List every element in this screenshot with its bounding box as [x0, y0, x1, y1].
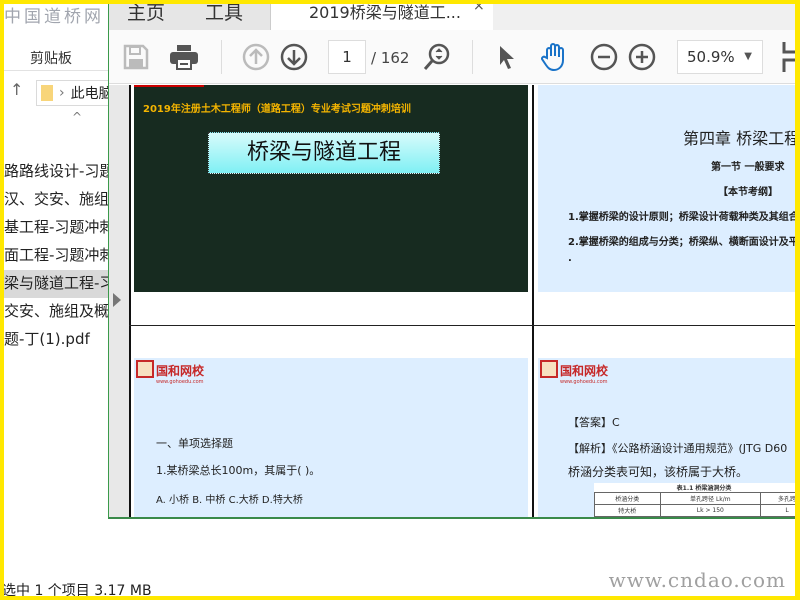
table-cell: Lk > 150 [659, 504, 762, 517]
analysis-text: 【解析】《公路桥涵设计通用规范》(JTG D60 [568, 442, 788, 455]
expand-arrow-icon[interactable] [113, 293, 121, 307]
logo-mark-icon [540, 360, 558, 378]
print-icon[interactable] [169, 42, 199, 72]
address-text: 此电脑 [70, 86, 113, 102]
folder-icon [41, 85, 53, 101]
conclusion-text: 桥涵分类表可知，该桥属于大桥。 [568, 465, 749, 479]
page-thumbnail-1: 2019年注册土木工程师（道路工程）专业考试习题冲刺培训 桥梁与隧道工程 [134, 85, 528, 292]
close-tab-icon[interactable]: × [473, 0, 485, 14]
status-bar-text: 选中 1 个项目 3.17 MB [2, 583, 152, 599]
table-row: 特大桥 Lk > 150 L [594, 504, 800, 517]
file-list: 路路线设计-习题冲刺 汉、交安、施组及概预 基工程-习题冲刺 面工程-习题冲刺 … [0, 158, 108, 354]
file-explorer: 中国道桥网 剪贴板 ↑ › 此电脑 ^ 路路线设计-习题冲刺 汉、交安、施组及概… [0, 0, 152, 600]
zoom-in-icon[interactable] [627, 42, 657, 72]
classification-table: 表1.1 桥梁涵洞分类 桥涵分类 单孔跨径 Lk/m 多孔跨 特大桥 Lk > … [594, 483, 800, 517]
file-item[interactable]: 交安、施组及概预 [0, 298, 108, 326]
tab-document[interactable]: 2019桥梁与隧道工... [271, 0, 493, 30]
answer-text: 【答案】C [568, 416, 620, 429]
tab-tools[interactable]: 工具 [205, 0, 243, 25]
tab-home[interactable]: 主页 [127, 0, 165, 25]
logo-text: 国和网校 [156, 364, 205, 378]
page-border [129, 325, 800, 326]
chapter-heading: 第四章 桥梁工程 [683, 129, 800, 148]
table-header-cell: 单孔跨径 Lk/m [659, 492, 762, 505]
toolbar: 1 / 162 50.9% ▼ [109, 30, 800, 84]
zoom-out-icon[interactable] [589, 42, 619, 72]
side-panel-toggle[interactable] [109, 85, 129, 517]
table-header-row: 桥涵分类 单孔跨径 Lk/m 多孔跨 [594, 492, 800, 505]
page-number-input[interactable]: 1 [328, 40, 366, 74]
page-border [532, 85, 534, 517]
logo-url: www.gohoedu.com [156, 379, 204, 385]
zoom-fit-icon[interactable] [422, 42, 452, 72]
site-watermark: www.cndao.com [608, 568, 786, 592]
table-header-cell: 多孔跨 [760, 492, 800, 505]
school-logo: 国和网校 www.gohoedu.com [540, 360, 608, 386]
logo-text: 国和网校 [560, 364, 609, 378]
question-text: 1.某桥梁总长100m，其属于( )。 [156, 464, 321, 477]
page-thumbnail-4: 国和网校 www.gohoedu.com 【答案】C 【解析】《公路桥涵设计通用规… [538, 358, 800, 517]
select-cursor-icon[interactable] [492, 42, 522, 72]
save-icon[interactable] [121, 42, 151, 72]
logo-mark-icon [136, 360, 154, 378]
hand-tool-icon[interactable] [539, 42, 569, 72]
divider [221, 40, 222, 74]
chevron-down-icon: ▼ [744, 51, 752, 62]
up-arrow-icon[interactable]: ↑ [10, 80, 23, 99]
file-item[interactable]: 汉、交安、施组及概预 [0, 186, 108, 214]
file-item-selected[interactable]: 梁与隧道工程-习题冲刺 [0, 270, 108, 298]
clipboard-group-label: 剪贴板 [30, 51, 72, 67]
sort-caret-icon[interactable]: ^ [72, 110, 82, 124]
watermark-logo: 中国道桥网 [4, 7, 104, 27]
page-thumbnail-3: 国和网校 www.gohoedu.com 一、单项选择题 1.某桥梁总长100m，… [134, 358, 528, 517]
zoom-level-value: 50.9% [687, 48, 735, 66]
table-title: 表1.1 桥梁涵洞分类 [676, 485, 732, 492]
next-page-icon[interactable] [279, 42, 309, 72]
outline-line: 2.掌握桥梁的组成与分类；桥梁纵、横断面设计及平面 [568, 237, 800, 248]
logo-strip [134, 85, 204, 87]
previous-page-icon[interactable] [241, 42, 271, 72]
outline-line: 1.掌握桥梁的设计原则；桥梁设计荷载种类及其组合。 [568, 212, 800, 223]
question-options: A. 小桥 B. 中桥 C.大桥 D.特大桥 [156, 495, 303, 506]
table-cell: 特大桥 [594, 504, 661, 517]
file-item[interactable]: 面工程-习题冲刺 [0, 242, 108, 270]
tab-home-tools: 主页 工具 [109, 0, 271, 30]
page-fit-icon[interactable] [781, 42, 800, 72]
zoom-level-select[interactable]: 50.9% ▼ [677, 40, 763, 74]
file-item[interactable]: 题-丁(1).pdf [0, 326, 108, 354]
chevron-right-icon: › [59, 85, 65, 101]
outline-heading: 【本节考纲】 [718, 187, 778, 198]
page-title: 桥梁与隧道工程 [208, 132, 440, 174]
table-cell: L [760, 504, 800, 517]
school-logo: 国和网校 www.gohoedu.com [136, 360, 204, 386]
file-item[interactable]: 路路线设计-习题冲刺 [0, 158, 108, 186]
file-item[interactable]: 基工程-习题冲刺 [0, 214, 108, 242]
table-header-cell: 桥涵分类 [594, 492, 661, 505]
section-heading: 第一节 一般要求 [711, 162, 785, 173]
tab-document-title: 2019桥梁与隧道工... [309, 3, 461, 22]
tab-bar: 主页 工具 2019桥梁与隧道工... × [109, 0, 800, 30]
pdf-viewer-window: 主页 工具 2019桥梁与隧道工... × 1 / 162 50.9% ▼ 20… [108, 0, 800, 519]
page-subtitle: 2019年注册土木工程师（道路工程）专业考试习题冲刺培训 [143, 104, 411, 115]
divider [472, 40, 473, 74]
question-heading: 一、单项选择题 [156, 437, 233, 450]
document-view[interactable]: 2019年注册土木工程师（道路工程）专业考试习题冲刺培训 桥梁与隧道工程 第四章… [109, 85, 800, 517]
outline-line: . [568, 253, 572, 264]
divider [4, 70, 108, 71]
page-border [129, 85, 131, 517]
total-pages: / 162 [371, 49, 410, 67]
page-thumbnail-2: 第四章 桥梁工程 第一节 一般要求 【本节考纲】 1.掌握桥梁的设计原则；桥梁设… [538, 85, 800, 292]
logo-url: www.gohoedu.com [560, 379, 608, 385]
address-bar[interactable]: › 此电脑 [36, 80, 116, 106]
